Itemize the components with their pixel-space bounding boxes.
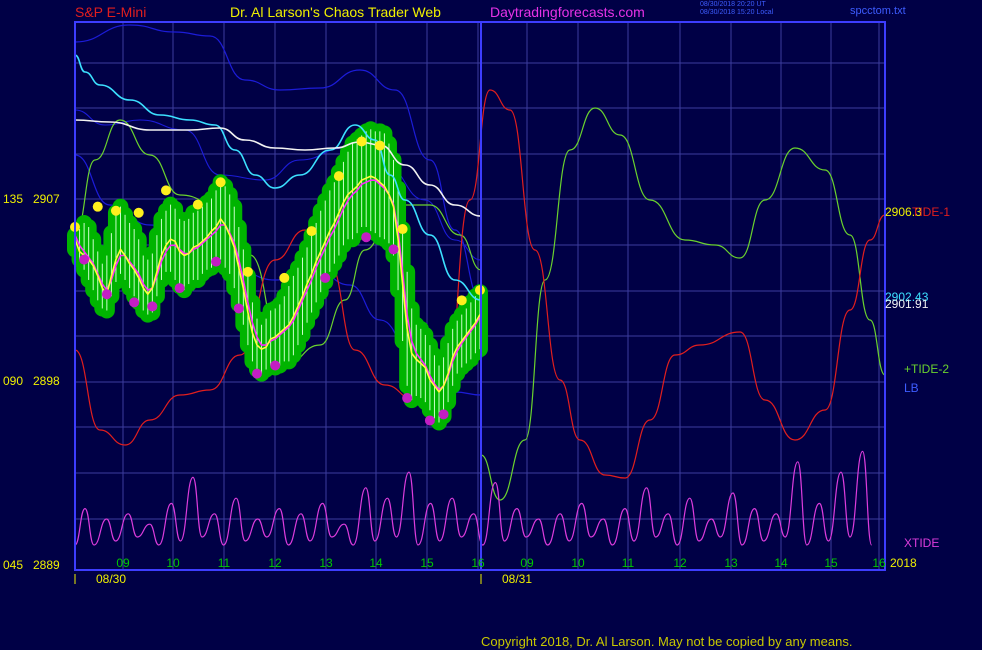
x-tick-label: 16 — [471, 556, 485, 570]
swing-high-dot — [306, 226, 317, 237]
x-tick-label: 15 — [420, 556, 434, 570]
swing-high-dot — [242, 266, 253, 277]
x-tick-label: 11 — [218, 556, 231, 570]
x-tick-label: 16 — [872, 556, 886, 570]
swing-low-dot — [388, 244, 399, 255]
y-label-price: 2907 — [33, 192, 60, 206]
x-tick-label: 12 — [673, 556, 687, 570]
x-tick-label: 09 — [116, 556, 130, 570]
y-label-code: 045 — [3, 558, 23, 572]
swing-high-dot — [397, 224, 408, 235]
y-label-code: 090 — [3, 374, 23, 388]
x-tick-label: 14 — [774, 556, 788, 570]
swing-low-dot — [211, 256, 222, 267]
x-tick-label: 15 — [824, 556, 838, 570]
x-tick-label: 10 — [166, 556, 180, 570]
swing-low-dot — [174, 283, 185, 294]
swing-high-dot — [192, 199, 203, 210]
swing-low-dot — [147, 301, 158, 312]
x-tick-label: 10 — [571, 556, 585, 570]
y-label-code: 135 — [3, 192, 23, 206]
swing-low-dot — [438, 409, 449, 420]
swing-high-dot — [279, 272, 290, 283]
y-label-price: 2898 — [33, 374, 60, 388]
swing-low-dot — [101, 289, 112, 300]
swing-high-dot — [161, 185, 171, 196]
swing-low-dot — [424, 415, 435, 426]
x-tick-label: 09 — [520, 556, 534, 570]
swing-low-dot — [361, 232, 372, 243]
swing-high-dot — [215, 177, 226, 188]
chart-canvas: 135 2907 090 2898 045 2889 09 10 11 12 1… — [3, 21, 950, 586]
date-label: 08/31 — [502, 572, 532, 586]
swing-high-dot — [356, 136, 367, 147]
legend-tide2: +TIDE-2 — [904, 362, 949, 376]
swing-low-dot — [252, 368, 262, 379]
date-label: 08/30 — [96, 572, 126, 586]
swing-low-dot — [129, 297, 140, 308]
swing-high-dot — [374, 140, 385, 151]
y-label-price: 2889 — [33, 558, 60, 572]
swing-low-dot — [233, 303, 244, 314]
swing-high-dot — [110, 205, 121, 216]
swing-high-dot — [133, 207, 144, 218]
swing-high-dot — [92, 201, 103, 212]
swing-low-dot — [320, 272, 331, 283]
swing-low-dot — [402, 393, 413, 404]
swing-high-dot — [333, 171, 344, 182]
white-end-value: 2901.91 — [885, 297, 929, 311]
x-tick-label: 12 — [268, 556, 282, 570]
swing-high-dot — [474, 285, 485, 296]
x-tick-label: 11 — [622, 556, 635, 570]
legend-xtide: XTIDE — [904, 536, 939, 550]
right-labels: 2906.3 TIDE-1 2902.43 2901.91 +TIDE-2 LB… — [885, 205, 950, 550]
legend-lb: LB — [904, 381, 919, 395]
year-label: 2018 — [890, 556, 917, 570]
legend-tide1: TIDE-1 — [912, 205, 950, 219]
swing-high-dot — [456, 295, 467, 306]
swing-low-dot — [79, 254, 90, 265]
x-tick-label: 14 — [369, 556, 383, 570]
y-axis-labels: 135 2907 090 2898 045 2889 — [3, 192, 60, 572]
swing-low-dot — [270, 360, 281, 371]
x-tick-label: 13 — [724, 556, 738, 570]
x-tick-label: 13 — [319, 556, 333, 570]
copyright-notice: Copyright 2018, Dr. Al Larson. May not b… — [481, 634, 853, 649]
